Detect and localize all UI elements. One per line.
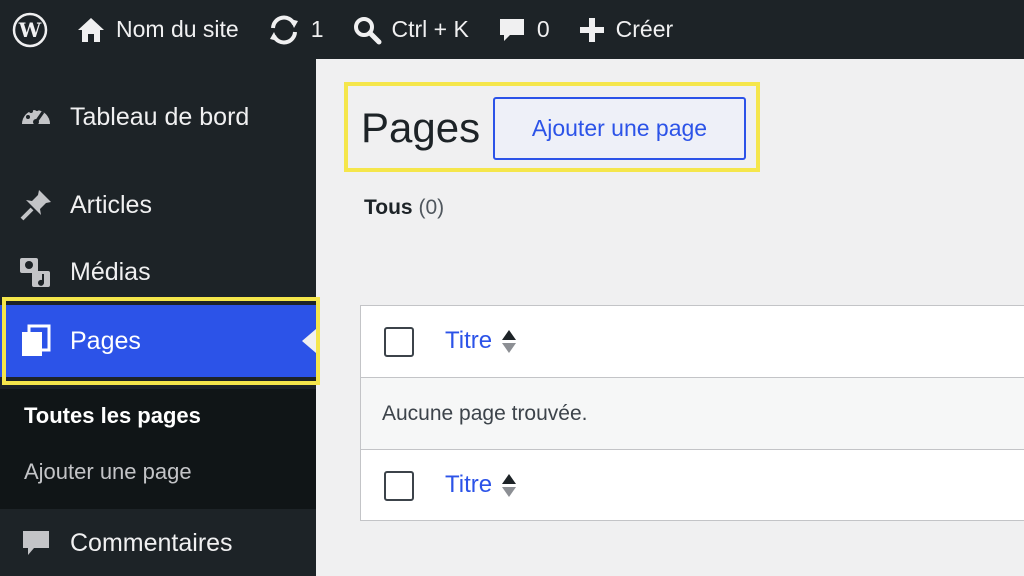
pushpin-icon (16, 185, 56, 225)
add-page-button[interactable]: Ajouter une page (493, 97, 746, 160)
comments-count: 0 (536, 16, 550, 42)
current-menu-arrow (302, 329, 316, 353)
sidebar-item-pages[interactable]: Pages (0, 305, 316, 377)
pages-table: Titre Aucune page trouvée. Titre (360, 305, 1024, 521)
sort-icon (502, 473, 517, 497)
submenu-all-pages[interactable]: Toutes les pages (24, 403, 201, 429)
sidebar-item-label: Tableau de bord (70, 102, 250, 131)
updates-icon (269, 15, 298, 44)
filter-label: Tous (364, 196, 413, 219)
svg-text:W: W (18, 18, 42, 42)
sidebar-item-articles[interactable]: Articles (0, 177, 316, 233)
updates-menu[interactable]: 1 (253, 0, 338, 59)
sidebar-item-label: Commentaires (70, 528, 233, 557)
select-all-checkbox[interactable] (384, 327, 414, 357)
table-header-row: Titre (361, 306, 1024, 378)
status-filter-all[interactable]: Tous (0) (364, 196, 444, 220)
site-name-label: Nom du site (116, 16, 239, 42)
comment-icon (499, 18, 524, 41)
admin-sidebar: Tableau de bord Articles Médias Pages To… (0, 59, 316, 576)
search-icon (353, 16, 382, 44)
pages-submenu: Toutes les pages Ajouter une page (0, 389, 316, 509)
site-name-menu[interactable]: Nom du site (62, 0, 253, 59)
sidebar-item-comments[interactable]: Commentaires (0, 515, 316, 571)
dashboard-icon (16, 97, 56, 137)
updates-count: 1 (310, 16, 324, 42)
admin-bar: W Nom du site 1 Ctrl + K 0 Créer (0, 0, 1024, 59)
empty-message: Aucune page trouvée. (382, 402, 588, 425)
comments-menu[interactable]: 0 (483, 0, 564, 59)
table-footer-row: Titre (361, 450, 1024, 521)
sidebar-item-label: Articles (70, 190, 152, 219)
column-title-label: Titre (445, 327, 493, 354)
create-label: Créer (615, 16, 674, 42)
column-title-sort[interactable]: Titre (445, 327, 517, 355)
pages-icon (16, 321, 56, 361)
sidebar-item-medias[interactable]: Médias (0, 244, 316, 300)
filter-count: (0) (418, 196, 445, 219)
wordpress-icon: W (12, 12, 48, 47)
sidebar-item-label: Pages (70, 326, 141, 355)
select-all-checkbox-footer[interactable] (384, 471, 414, 501)
media-icon (16, 252, 56, 292)
sort-icon (502, 329, 517, 353)
plus-icon (579, 17, 604, 42)
submenu-add-page[interactable]: Ajouter une page (24, 459, 192, 485)
comment-icon (16, 523, 56, 563)
search-menu[interactable]: Ctrl + K (338, 0, 483, 59)
home-icon (78, 17, 104, 42)
column-title-label: Titre (445, 471, 493, 498)
wordpress-logo-menu[interactable]: W (0, 0, 62, 59)
column-title-sort-footer[interactable]: Titre (445, 471, 517, 499)
page-title: Pages (361, 104, 481, 151)
search-shortcut-label: Ctrl + K (391, 16, 469, 42)
sidebar-item-label: Médias (70, 257, 151, 286)
sidebar-item-dashboard[interactable]: Tableau de bord (0, 89, 316, 145)
create-menu[interactable]: Créer (564, 0, 688, 59)
table-row: Aucune page trouvée. (361, 378, 1024, 450)
